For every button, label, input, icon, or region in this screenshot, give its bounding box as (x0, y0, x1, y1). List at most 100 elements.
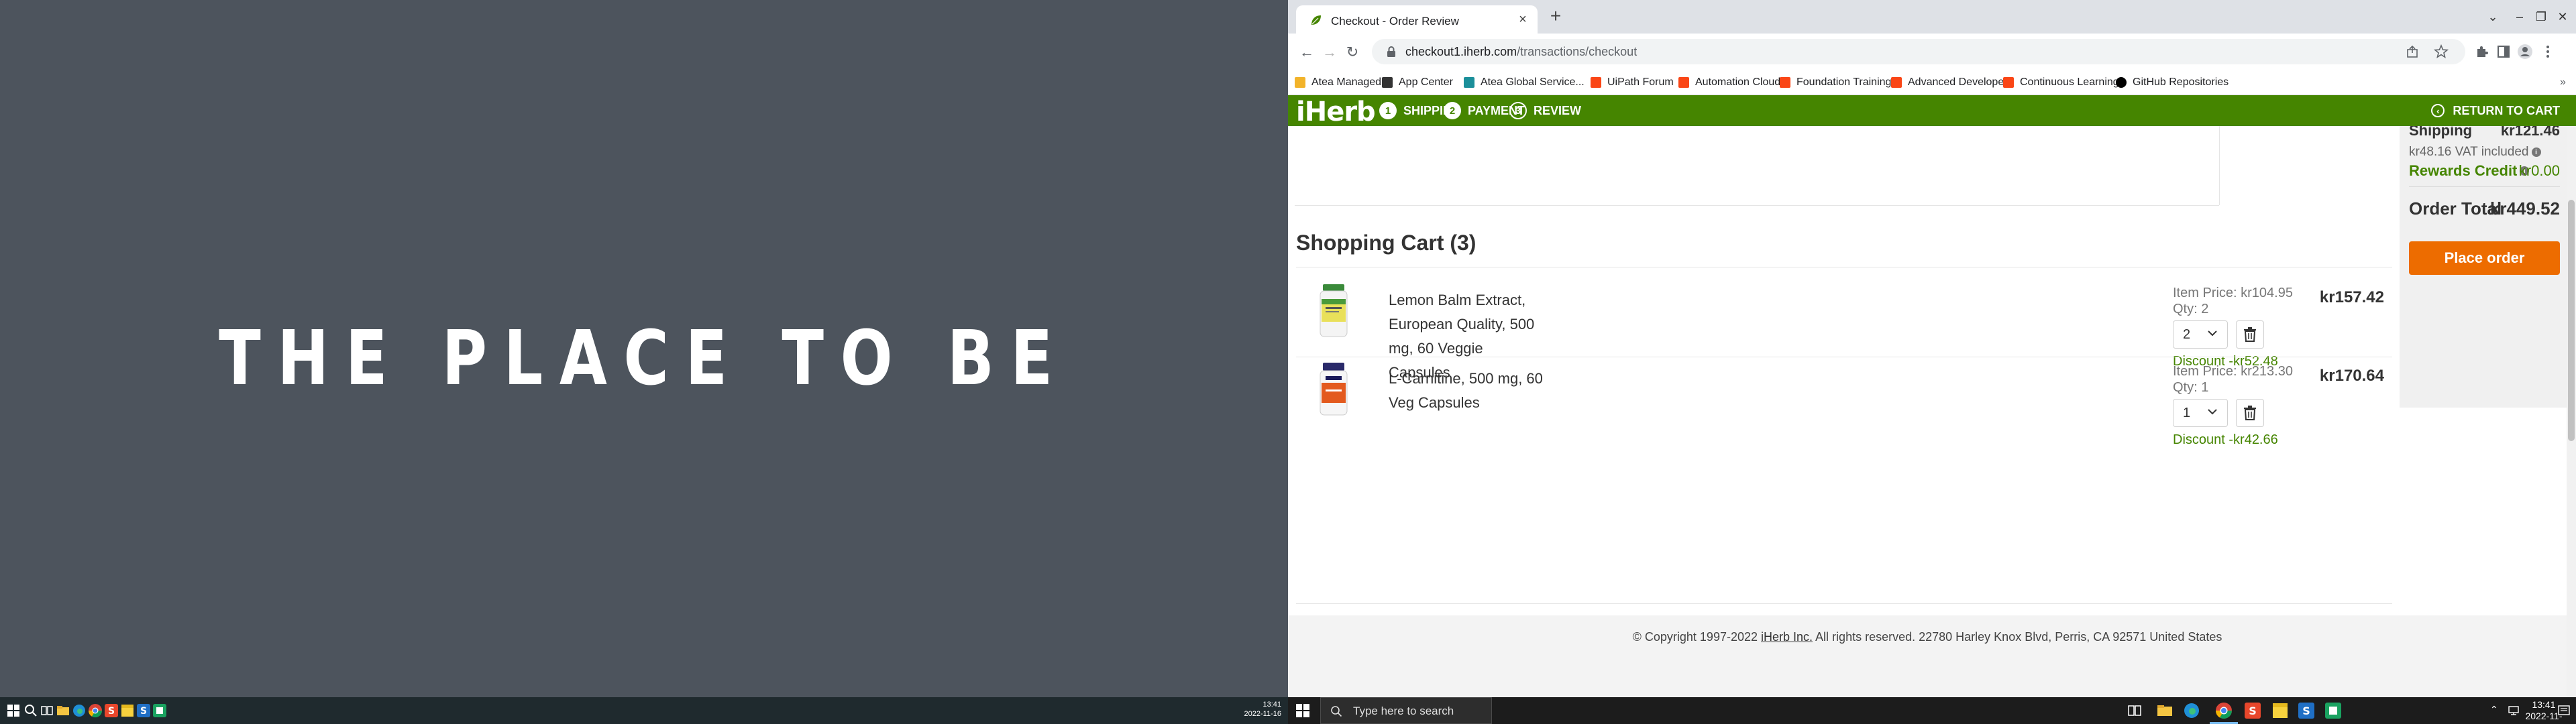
bookmark-label: App Center (1399, 76, 1453, 88)
uipath-icon (2003, 77, 2014, 88)
bookmark-automation-cloud[interactable]: Automation Cloud (1678, 75, 1780, 90)
address-bar[interactable]: checkout1.iherb.com/transactions/checkou… (1372, 39, 2465, 64)
product-name-link[interactable]: L-Carnitine, 500 mg, 60 Veg Capsules (1389, 367, 1563, 415)
taskbar-search-box[interactable]: Type here to search (1320, 697, 1492, 724)
copyright-prefix: © Copyright 1997-2022 (1632, 630, 1762, 644)
bookmark-label: GitHub Repositories (2133, 76, 2229, 88)
edge-icon[interactable] (2182, 701, 2201, 720)
tab-close-icon[interactable]: × (1515, 11, 1531, 27)
iherb-leaf-icon (1311, 15, 1321, 25)
uipath-icon (1591, 77, 1601, 88)
bookmark-label: Automation Cloud (1695, 76, 1781, 88)
step-number: 2 (1444, 102, 1461, 119)
tab-strip: Checkout - Order Review × + ⌄ – ❐ ✕ (1288, 0, 2576, 34)
checkout-header: iHerb 1 SHIPPING 2 PAYMENT 3 REVIEW ‹ RETURN… (1288, 95, 2576, 127)
forward-button[interactable]: → (1320, 43, 1339, 62)
windows-start-icon[interactable] (5, 703, 21, 719)
share-icon[interactable] (2405, 44, 2420, 59)
back-button[interactable]: ← (1297, 43, 1316, 62)
lock-icon[interactable] (1387, 46, 1396, 57)
product-image-lemon-balm[interactable] (1319, 284, 1348, 338)
edge-icon[interactable] (71, 703, 87, 719)
app-s-red-icon[interactable]: S (2243, 701, 2262, 720)
iherb-inc-link[interactable]: iHerb Inc. (1761, 630, 1813, 644)
trash-icon (2244, 327, 2256, 342)
app-s-red-icon[interactable]: S (103, 703, 119, 719)
chrome-icon[interactable] (87, 703, 103, 719)
browser-window: Checkout - Order Review × + ⌄ – ❐ ✕ ← → … (1288, 0, 2576, 697)
windows-start-icon[interactable] (1295, 703, 1311, 719)
order-total-label: Order Total (2409, 198, 2502, 219)
chrome-icon[interactable] (2214, 701, 2233, 720)
item-qty: Qty: 1 (2173, 380, 2209, 395)
uipath-icon (1678, 77, 1689, 88)
taskbar-search-placeholder: Type here to search (1353, 705, 1454, 717)
remove-item-button[interactable] (2236, 320, 2264, 349)
tab-search-icon[interactable]: ⌄ (2479, 7, 2506, 27)
item-total: kr157.42 (2319, 288, 2384, 306)
url-path: /transactions/checkout (1517, 45, 1638, 58)
browser-toolbar: ← → ↻ checkout1.iherb.com/transactions/c… (1288, 34, 2576, 70)
bookmark-advanced-developer[interactable]: Advanced Developer (1891, 75, 2008, 90)
tray-overflow-chevron-icon[interactable]: ⌃ (2490, 704, 2498, 715)
bookmark-github-repositories[interactable]: GitHub Repositories (2116, 75, 2229, 90)
green-app-icon[interactable] (152, 703, 168, 719)
side-panel-icon[interactable] (2496, 44, 2512, 60)
bookmark-label: Continuous Learning (2020, 76, 2119, 88)
file-explorer-icon[interactable] (55, 703, 71, 719)
file-explorer-icon[interactable] (2155, 701, 2174, 720)
profile-avatar-icon[interactable] (2517, 44, 2533, 60)
windows-taskbar: Type here to search S S ⌃ 13:41 2022-11-… (1288, 697, 2576, 724)
order-summary: Shipping kr121.46 kr48.16 VAT included i … (2400, 126, 2569, 408)
extensions-puzzle-icon[interactable] (2474, 44, 2490, 60)
tab-checkout[interactable]: Checkout - Order Review × (1296, 5, 1538, 34)
url-text: checkout1.iherb.com/transactions/checkou… (1405, 45, 1637, 59)
close-window-button[interactable]: ✕ (2549, 7, 2576, 27)
network-icon[interactable] (2508, 704, 2520, 716)
left-clock[interactable]: 13:41 2022-11-16 (1244, 700, 1281, 719)
atea-icon (1464, 77, 1474, 88)
bookmark-star-icon[interactable] (2434, 44, 2449, 59)
step-number: 3 (1509, 102, 1527, 119)
left-desktop: THE PLACE TO BE (0, 0, 1288, 697)
item-total: kr170.64 (2319, 367, 2384, 385)
sticky-notes-icon[interactable] (119, 703, 136, 719)
item-price: Item Price: kr104.95 (2173, 286, 2293, 300)
cart-item: L-Carnitine, 500 mg, 60 Veg Capsules Ite… (1296, 353, 2392, 447)
app-s-blue-icon[interactable]: S (136, 703, 152, 719)
bookmark-atea-global[interactable]: Atea Global Service... (1464, 75, 1585, 90)
page-scrollbar[interactable] (2567, 126, 2576, 697)
step-review: 3 REVIEW (1509, 101, 1581, 121)
task-view-icon[interactable] (39, 703, 55, 719)
return-to-cart-link[interactable]: ‹ RETURN TO CART (2431, 101, 2560, 121)
place-order-button[interactable]: Place order (2409, 241, 2560, 275)
new-tab-button[interactable]: + (1547, 7, 1564, 25)
notification-icon[interactable] (2557, 704, 2571, 717)
bookmark-app-center[interactable]: App Center (1382, 75, 1453, 90)
reload-button[interactable]: ↻ (1343, 43, 1362, 62)
task-view-icon[interactable] (2127, 703, 2143, 719)
search-icon[interactable] (23, 703, 39, 719)
green-app-icon[interactable] (2324, 701, 2343, 720)
quantity-select[interactable]: 2 (2173, 320, 2228, 349)
bookmark-label: Foundation Training (1796, 76, 1892, 88)
quantity-select[interactable]: 1 (2173, 399, 2228, 427)
app-s-blue-icon[interactable]: S (2297, 701, 2316, 720)
more-menu-icon[interactable] (2540, 44, 2556, 60)
bookmarks-overflow-icon[interactable]: » (2560, 75, 2566, 90)
return-to-cart-label: RETURN TO CART (2453, 103, 2560, 117)
remove-item-button[interactable] (2236, 399, 2264, 427)
bookmark-foundation-training[interactable]: Foundation Training (1780, 75, 1891, 90)
info-icon[interactable]: i (2531, 147, 2541, 157)
wallpaper-text: THE PLACE TO BE (219, 315, 1069, 402)
bookmark-atea-managed[interactable]: Atea Managed (1295, 75, 1381, 90)
url-host: checkout1.iherb.com (1405, 45, 1517, 58)
sticky-notes-icon[interactable] (2271, 701, 2290, 720)
product-image-l-carnitine[interactable] (1319, 363, 1348, 416)
app-center-icon (1382, 77, 1393, 88)
bookmark-continuous-learning[interactable]: Continuous Learning (2003, 75, 2119, 90)
iherb-logo[interactable]: iHerb (1296, 97, 1376, 127)
scrollbar-thumb[interactable] (2568, 200, 2575, 441)
checkout-page: Shopping Cart (3) Lemon Balm Extract, Eu… (1288, 126, 2576, 697)
bookmark-uipath-forum[interactable]: UiPath Forum (1591, 75, 1674, 90)
